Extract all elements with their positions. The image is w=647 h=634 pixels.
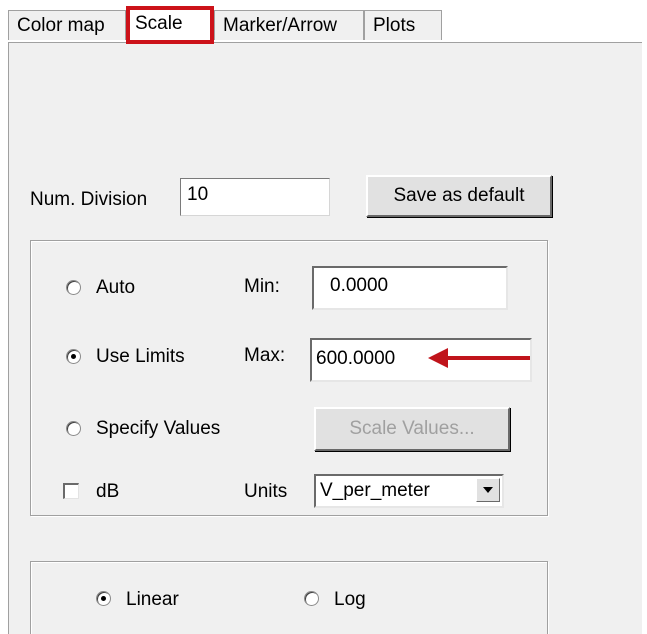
max-label: Max: (244, 345, 286, 366)
units-label: Units (244, 481, 288, 502)
scale-dialog: Color map Scale Marker/Arrow Plots Num. … (0, 0, 647, 634)
radio-selected-dot (101, 596, 106, 601)
tab-plots[interactable]: Plots (364, 10, 442, 40)
db-label: dB (96, 481, 120, 502)
tab-label: Plots (373, 15, 416, 36)
tab-marker-arrow[interactable]: Marker/Arrow (214, 10, 364, 40)
log-radio[interactable] (304, 591, 319, 606)
auto-label: Auto (96, 277, 136, 298)
num-division-label: Num. Division (30, 189, 148, 210)
num-division-input[interactable]: 10 (180, 178, 330, 216)
chevron-down-icon[interactable] (476, 478, 500, 502)
tab-label: Color map (17, 15, 105, 36)
arrow-left-icon (428, 348, 530, 368)
min-label: Min: (244, 276, 280, 297)
linear-label: Linear (126, 589, 179, 610)
scale-values-button[interactable]: Scale Values... (314, 407, 510, 451)
linear-radio[interactable] (96, 591, 111, 606)
log-label: Log (334, 589, 366, 610)
tab-label: Marker/Arrow (223, 15, 338, 36)
save-as-default-button[interactable]: Save as default (366, 175, 552, 217)
db-checkbox[interactable] (63, 483, 79, 499)
radio-selected-dot (71, 354, 76, 359)
tab-scale[interactable]: Scale (126, 6, 214, 44)
units-value: V_per_meter (320, 480, 430, 501)
use-limits-radio[interactable] (66, 349, 81, 364)
min-input[interactable]: 0.0000 (312, 266, 508, 310)
units-select[interactable]: V_per_meter (314, 474, 504, 508)
specify-values-label: Specify Values (96, 418, 221, 439)
auto-radio[interactable] (66, 280, 81, 295)
use-limits-label: Use Limits (96, 346, 185, 367)
tab-label: Scale (135, 13, 183, 34)
tab-color-map[interactable]: Color map (8, 10, 126, 40)
specify-values-radio[interactable] (66, 421, 81, 436)
